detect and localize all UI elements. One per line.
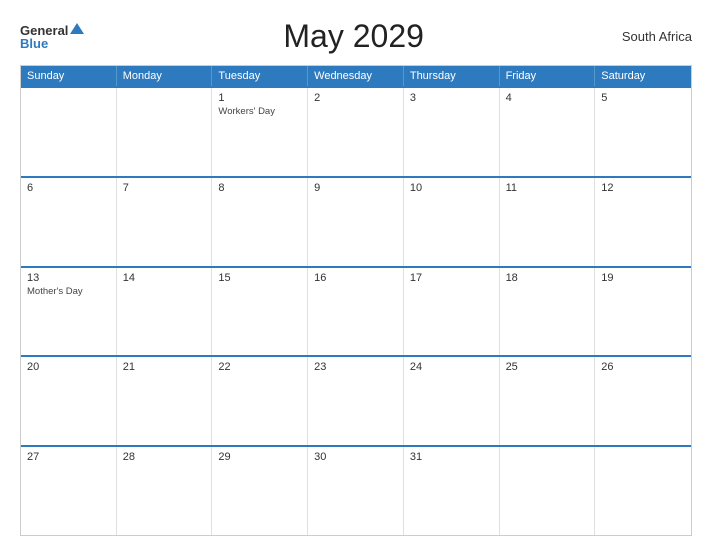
day-number: 30	[314, 451, 397, 463]
day-header: Tuesday	[212, 66, 308, 86]
day-number: 26	[601, 361, 685, 373]
day-number: 20	[27, 361, 110, 373]
day-cell: 13 Mother's Day	[21, 268, 117, 356]
week-row: 6 78 9 10 11 12	[21, 176, 691, 266]
day-cell: 20	[21, 357, 117, 445]
logo-blue-text: Blue	[20, 37, 48, 50]
day-number: 27	[27, 451, 110, 463]
day-cell: 24	[404, 357, 500, 445]
day-cell: 1 Workers' Day	[212, 88, 308, 176]
day-number: 13	[27, 272, 110, 284]
week-row: 27 28 29 30 31	[21, 445, 691, 535]
day-number: 4	[506, 92, 589, 104]
day-cell: 14	[117, 268, 213, 356]
logo-icon	[69, 21, 85, 37]
day-cell: 18	[500, 268, 596, 356]
day-header: Saturday	[595, 66, 691, 86]
day-header: Wednesday	[308, 66, 404, 86]
day-cell: 5	[595, 88, 691, 176]
weeks-container: 1Workers' Day2345678910111213Mother's Da…	[21, 86, 691, 535]
day-cell: 27	[21, 447, 117, 535]
day-number: 6	[27, 182, 110, 194]
day-cell: 10	[404, 178, 500, 266]
calendar: SundayMondayTuesdayWednesdayThursdayFrid…	[20, 65, 692, 536]
day-number: 2	[314, 92, 397, 104]
day-event: Mother's Day	[27, 286, 110, 298]
day-number: 29	[218, 451, 301, 463]
week-row: 13 Mother's Day 14 15 16 17 18 19	[21, 266, 691, 356]
day-cell: 31	[404, 447, 500, 535]
day-number: 31	[410, 451, 493, 463]
day-number: 24	[410, 361, 493, 373]
day-cell	[21, 88, 117, 176]
day-cell: 22	[212, 357, 308, 445]
day-cell: 4	[500, 88, 596, 176]
country-label: South Africa	[622, 29, 692, 44]
day-event: Workers' Day	[218, 106, 301, 118]
day-number: 17	[410, 272, 493, 284]
day-headers-row: SundayMondayTuesdayWednesdayThursdayFrid…	[21, 66, 691, 86]
day-cell: 7	[117, 178, 213, 266]
day-cell	[500, 447, 596, 535]
day-number: 11	[506, 182, 589, 194]
day-header: Thursday	[404, 66, 500, 86]
day-number: 21	[123, 361, 206, 373]
day-number: 18	[506, 272, 589, 284]
day-cell: 2	[308, 88, 404, 176]
day-number: 15	[218, 272, 301, 284]
day-cell	[117, 88, 213, 176]
day-cell: 29	[212, 447, 308, 535]
day-header: Monday	[117, 66, 213, 86]
day-header: Sunday	[21, 66, 117, 86]
day-cell: 23	[308, 357, 404, 445]
logo-general-text: General	[20, 24, 68, 37]
day-cell: 6	[21, 178, 117, 266]
logo: General Blue	[20, 23, 85, 50]
day-header: Friday	[500, 66, 596, 86]
day-cell: 8	[212, 178, 308, 266]
day-cell	[595, 447, 691, 535]
day-cell: 12	[595, 178, 691, 266]
day-number: 28	[123, 451, 206, 463]
day-cell: 3	[404, 88, 500, 176]
day-cell: 25	[500, 357, 596, 445]
day-cell: 9	[308, 178, 404, 266]
week-row: 1 Workers' Day 2 3 45	[21, 86, 691, 176]
day-cell: 21	[117, 357, 213, 445]
day-cell: 19	[595, 268, 691, 356]
day-cell: 30	[308, 447, 404, 535]
day-cell: 17	[404, 268, 500, 356]
day-cell: 11	[500, 178, 596, 266]
day-cell: 16	[308, 268, 404, 356]
day-number: 19	[601, 272, 685, 284]
day-number: 5	[601, 92, 685, 104]
day-number: 12	[601, 182, 685, 194]
day-cell: 28	[117, 447, 213, 535]
day-cell: 15	[212, 268, 308, 356]
page: General Blue May 2029 South Africa Sunda…	[0, 0, 712, 550]
day-number: 9	[314, 182, 397, 194]
day-number: 25	[506, 361, 589, 373]
day-cell: 26	[595, 357, 691, 445]
day-number: 22	[218, 361, 301, 373]
day-number: 1	[218, 92, 301, 104]
day-number: 23	[314, 361, 397, 373]
day-number: 8	[218, 182, 301, 194]
calendar-title: May 2029	[85, 18, 621, 55]
day-number: 10	[410, 182, 493, 194]
day-number: 3	[410, 92, 493, 104]
week-row: 20 21 22 23 24 25 26	[21, 355, 691, 445]
day-number: 7	[123, 182, 206, 194]
header: General Blue May 2029 South Africa	[20, 18, 692, 55]
day-number: 14	[123, 272, 206, 284]
day-number: 16	[314, 272, 397, 284]
